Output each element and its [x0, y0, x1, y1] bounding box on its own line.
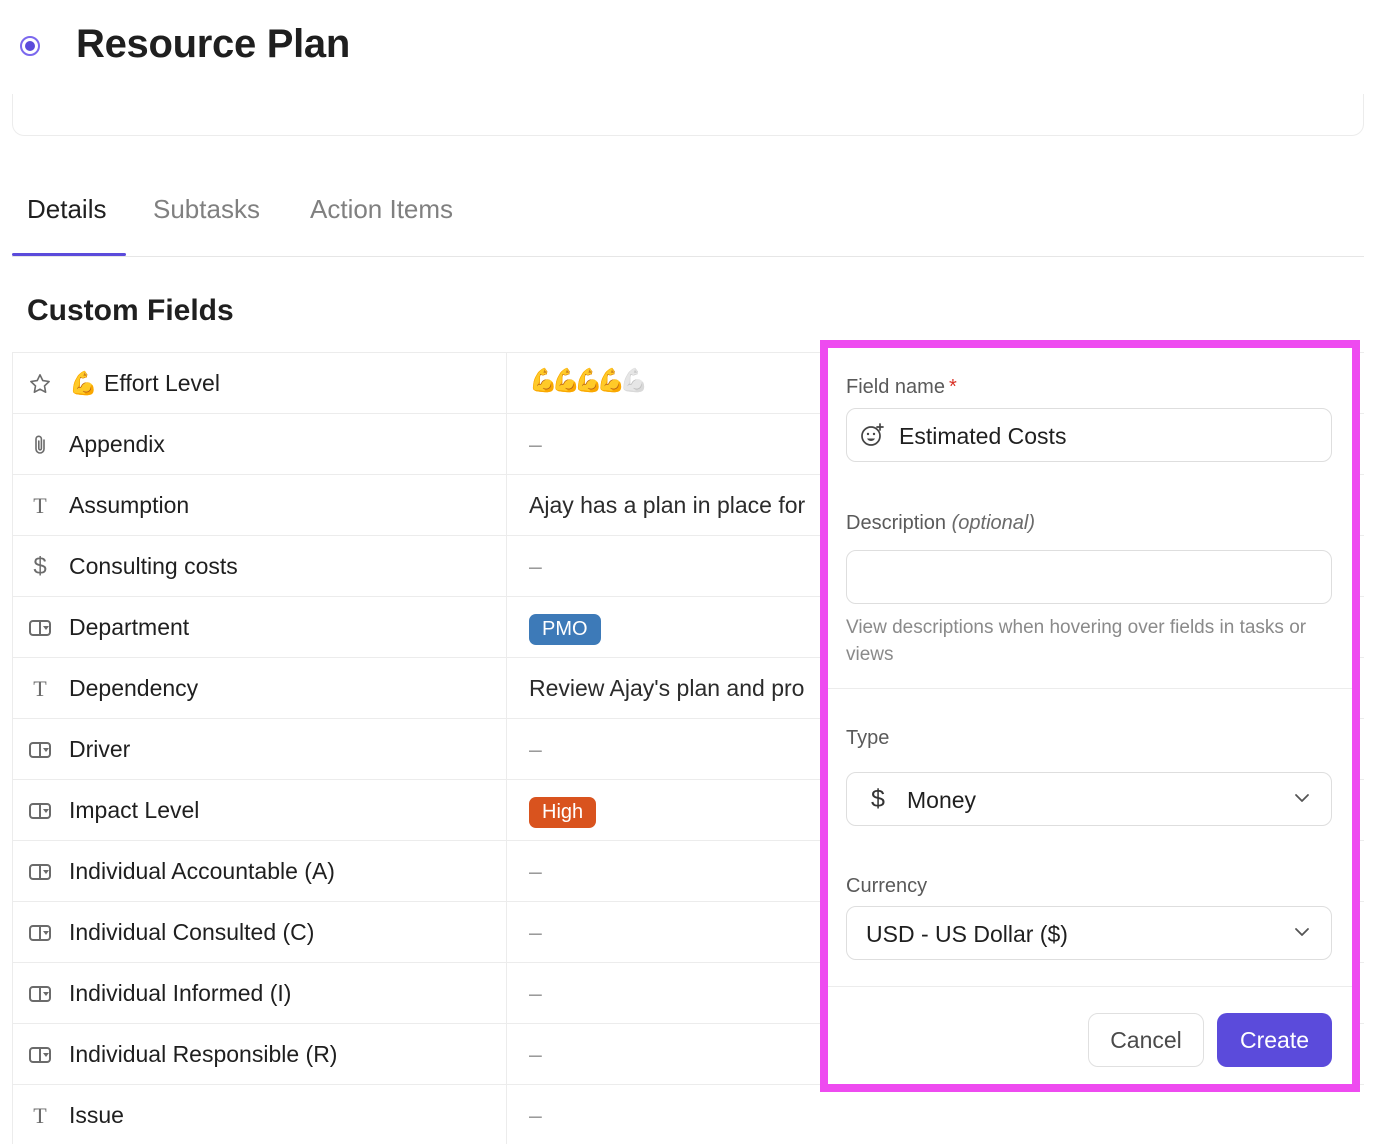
- field-name-cell[interactable]: T Issue: [13, 1085, 507, 1144]
- field-value[interactable]: Ajay has a plan in place for: [529, 492, 829, 519]
- field-row-issue[interactable]: T Issue –: [13, 1085, 1364, 1144]
- field-label: Impact Level: [69, 797, 199, 824]
- type-select[interactable]: $ Money: [846, 772, 1332, 826]
- field-value[interactable]: –: [529, 858, 829, 885]
- create-button[interactable]: Create: [1217, 1013, 1332, 1067]
- description-label: Description (optional): [846, 512, 1035, 535]
- dropdown-icon: [27, 737, 53, 763]
- field-label: Consulting costs: [69, 553, 238, 580]
- emoji-picker-icon[interactable]: [859, 422, 885, 453]
- field-label: Individual Consulted (C): [69, 919, 314, 946]
- field-label: Driver: [69, 736, 130, 763]
- create-field-panel: Field name* Estimated Costs Description …: [828, 348, 1352, 1084]
- dropdown-icon: [27, 981, 53, 1007]
- field-value[interactable]: Review Ajay's plan and pro: [529, 675, 829, 702]
- field-name-cell[interactable]: Individual Responsible (R): [13, 1024, 507, 1084]
- field-name-cell[interactable]: T Dependency: [13, 658, 507, 718]
- type-value: Money: [907, 787, 976, 814]
- field-label: Department: [69, 614, 189, 641]
- impact-badge[interactable]: High: [529, 797, 596, 828]
- type-label: Type: [846, 727, 889, 750]
- description-hint: View descriptions when hovering over fie…: [846, 614, 1326, 668]
- field-label: Appendix: [69, 431, 165, 458]
- field-name-label: Field name*: [846, 376, 957, 399]
- dropdown-icon: [27, 859, 53, 885]
- rating-flex-icon[interactable]: 💪: [552, 367, 575, 393]
- status-dot-icon[interactable]: [20, 36, 40, 56]
- field-name-cell[interactable]: Driver: [13, 719, 507, 779]
- field-label: Issue: [69, 1102, 124, 1129]
- field-name-cell[interactable]: T Assumption: [13, 475, 507, 535]
- tab-action-items[interactable]: Action Items: [310, 194, 453, 225]
- currency-select[interactable]: USD - US Dollar ($): [846, 906, 1332, 960]
- field-value[interactable]: PMO: [529, 614, 829, 645]
- rating-flex-icon[interactable]: 💪: [597, 367, 620, 393]
- dropdown-icon: [27, 920, 53, 946]
- text-icon: T: [27, 493, 53, 519]
- star-icon[interactable]: [27, 371, 53, 397]
- dropdown-icon: [27, 798, 53, 824]
- muscle-emoji-icon: 💪: [69, 370, 98, 396]
- field-label: Individual Informed (I): [69, 980, 291, 1007]
- required-marker: *: [949, 376, 957, 398]
- rating-flex-icon[interactable]: 💪: [574, 367, 597, 393]
- text-icon: T: [27, 1103, 53, 1129]
- field-name-cell[interactable]: Individual Informed (I): [13, 963, 507, 1023]
- field-value[interactable]: –: [529, 431, 829, 458]
- divider: [828, 688, 1352, 689]
- page-title[interactable]: Resource Plan: [76, 22, 350, 67]
- field-value[interactable]: –: [529, 1041, 829, 1068]
- field-name-cell[interactable]: $ Consulting costs: [13, 536, 507, 596]
- title-row: Resource Plan: [0, 0, 1400, 95]
- department-badge[interactable]: PMO: [529, 614, 601, 645]
- field-value[interactable]: –: [529, 1102, 829, 1129]
- tab-details[interactable]: Details: [27, 194, 106, 225]
- field-value[interactable]: –: [529, 919, 829, 946]
- field-label: 💪 Effort Level: [69, 370, 220, 397]
- field-name-cell[interactable]: Impact Level: [13, 780, 507, 840]
- chevron-down-icon[interactable]: [1291, 921, 1313, 943]
- highlight-frame: Field name* Estimated Costs Description …: [820, 340, 1360, 1092]
- field-value[interactable]: High: [529, 797, 829, 828]
- field-name-cell[interactable]: 💪 Effort Level: [13, 353, 507, 413]
- field-name-cell[interactable]: Appendix: [13, 414, 507, 474]
- currency-label: Currency: [846, 875, 927, 898]
- divider: [828, 986, 1352, 987]
- description-input[interactable]: [846, 550, 1332, 604]
- field-name-value: Estimated Costs: [899, 423, 1066, 450]
- active-tab-indicator: [12, 253, 126, 256]
- currency-value: USD - US Dollar ($): [866, 921, 1068, 948]
- dropdown-icon: [27, 615, 53, 641]
- rating-flex-icon[interactable]: 💪: [529, 367, 552, 393]
- dollar-icon: $: [871, 785, 885, 814]
- custom-fields-heading: Custom Fields: [27, 294, 234, 328]
- tab-subtasks[interactable]: Subtasks: [153, 194, 260, 225]
- field-name-cell[interactable]: Individual Consulted (C): [13, 902, 507, 962]
- field-label: Individual Responsible (R): [69, 1041, 337, 1068]
- field-label: Assumption: [69, 492, 189, 519]
- effort-rating[interactable]: 💪💪💪💪💪: [529, 367, 829, 394]
- field-name-cell[interactable]: Department: [13, 597, 507, 657]
- tab-bar: Details Subtasks Action Items: [12, 180, 1364, 257]
- field-label: Individual Accountable (A): [69, 858, 335, 885]
- field-name-input[interactable]: Estimated Costs: [846, 408, 1332, 462]
- cancel-button[interactable]: Cancel: [1088, 1013, 1204, 1067]
- field-label: Dependency: [69, 675, 198, 702]
- paperclip-icon: [27, 432, 53, 458]
- field-value[interactable]: –: [529, 980, 829, 1007]
- dropdown-icon: [27, 1042, 53, 1068]
- field-value[interactable]: –: [529, 553, 829, 580]
- field-name-cell[interactable]: Individual Accountable (A): [13, 841, 507, 901]
- chevron-down-icon[interactable]: [1291, 787, 1313, 809]
- text-icon: T: [27, 676, 53, 702]
- rating-flex-icon[interactable]: 💪: [620, 367, 643, 393]
- dollar-icon: $: [27, 554, 53, 580]
- field-value[interactable]: –: [529, 736, 829, 763]
- task-description-area[interactable]: [12, 94, 1364, 136]
